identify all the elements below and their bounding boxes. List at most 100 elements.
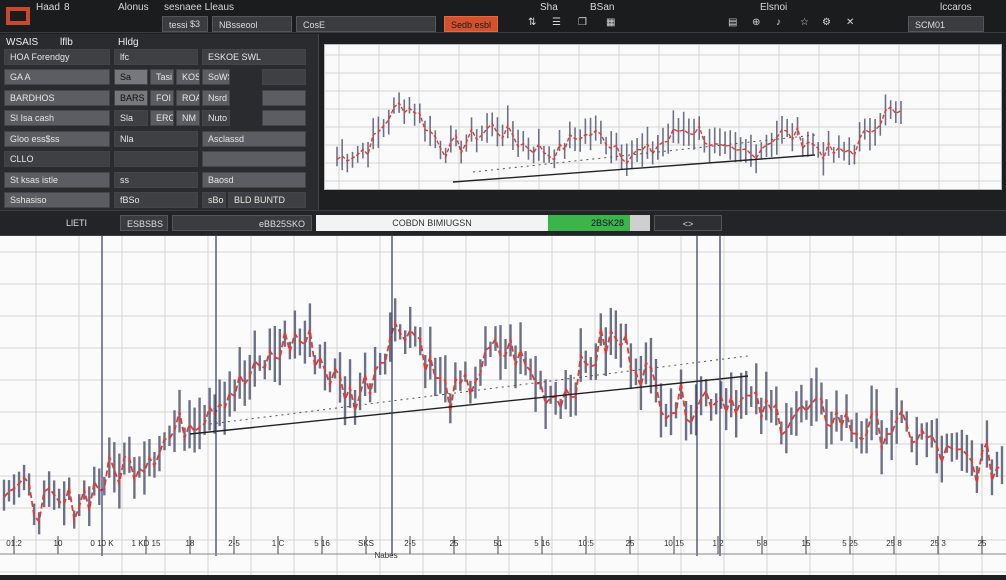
x-tick-label: 5 8 xyxy=(756,539,768,548)
status-center-field[interactable]: COBDN BIMIUGSN xyxy=(316,215,548,231)
row-label[interactable]: St ksas istle xyxy=(4,172,110,188)
x-tick-label: 10 15 xyxy=(664,539,685,548)
row-cell[interactable]: Sla xyxy=(114,110,148,126)
row-cell-extra[interactable] xyxy=(262,90,306,106)
row-label[interactable]: Sl Isa cash xyxy=(4,110,110,126)
x-tick-label: 25 xyxy=(978,539,987,548)
top-right-label-far: lccaros xyxy=(940,2,972,13)
x-tick-label: 2-5 xyxy=(228,539,240,548)
x-tick-label: 51 xyxy=(494,539,503,548)
account-button[interactable]: SCM01 xyxy=(908,16,984,32)
menu-sesnaee[interactable]: sesnaee Lleaus xyxy=(164,2,234,14)
trendline-dotted xyxy=(472,134,816,173)
row-cell[interactable]: ESKOE SWL xyxy=(202,49,306,65)
row-label[interactable]: GA A xyxy=(4,69,110,85)
x-tick-label: 5 16 xyxy=(534,539,550,548)
status-field-1[interactable]: ESBSBS xyxy=(120,215,168,231)
row-cell[interactable]: ss xyxy=(114,172,198,188)
grid-icon[interactable]: ▦ xyxy=(606,17,615,29)
row-cell[interactable] xyxy=(202,151,306,167)
row-cell[interactable]: ROA xyxy=(176,90,200,106)
x-tick-label: 5 16 xyxy=(314,539,330,548)
row-cell[interactable]: SoWSt xyxy=(202,69,230,85)
row-cell[interactable]: sBo xyxy=(202,192,226,208)
row-cell-extra[interactable] xyxy=(262,69,306,85)
x-tick-label: 10 xyxy=(54,539,63,548)
panel-header-right: Hldg xyxy=(118,37,139,48)
app-logo-icon xyxy=(6,7,30,25)
panel-header-left: WSAIS xyxy=(6,37,39,48)
row-cell[interactable]: Nuto xyxy=(202,110,230,126)
row-cell[interactable]: Nsrd xyxy=(202,90,230,106)
x-tick-label: SKS xyxy=(358,539,374,548)
x-tick-label: 18 xyxy=(186,539,195,548)
row-cell[interactable]: Sa xyxy=(114,69,148,85)
main-price-chart[interactable]: 01:2 10 0 10 K 1 KD 15 18 2-5 1 C 5 16 SKS 2-5 25 5… xyxy=(0,236,1006,575)
status-green-field[interactable]: 2BSK28 xyxy=(548,215,630,231)
list-icon[interactable]: ☰ xyxy=(552,17,561,29)
settings-icon[interactable]: ⚙ xyxy=(822,17,831,29)
tab-nbsseool[interactable]: NBsseool xyxy=(212,16,292,32)
status-bar: LlETI ESBSBS eBB25SKO COBDN BIMIUGSN 2BS… xyxy=(0,210,1006,236)
top-menu-bar: Haad 8 Alonus sesnaee Lleaus tessi $3 NB… xyxy=(0,0,1006,33)
status-dropdown-icon[interactable] xyxy=(630,215,650,231)
row-cell[interactable]: lfc xyxy=(114,49,198,65)
tab-3[interactable]: $3 xyxy=(184,16,208,32)
row-cell[interactable]: Nla xyxy=(114,131,198,147)
status-label: LlETI xyxy=(66,218,88,228)
app-title-number: 8 xyxy=(64,2,70,13)
x-tick-label: 15 xyxy=(802,539,811,548)
panel-header-mid: lflb xyxy=(60,37,73,48)
top-right-label-2: BSan xyxy=(590,2,615,13)
bell-icon[interactable]: ♪ xyxy=(776,17,781,29)
top-right-label-3: Elsnoi xyxy=(760,2,788,13)
chart-nav-arrows-icon[interactable]: <> xyxy=(654,215,722,231)
top-right-label-1: Sha xyxy=(540,2,558,13)
sort-icon[interactable]: ⇅ xyxy=(528,17,536,29)
row-label[interactable]: Gloo ess$ss xyxy=(4,131,110,147)
row-cell[interactable] xyxy=(114,151,198,167)
row-cell[interactable]: BARS xyxy=(114,90,148,106)
x-tick-label: 01:2 xyxy=(6,539,22,548)
row-cell[interactable]: fBSo xyxy=(114,192,198,208)
row-cell-extra[interactable] xyxy=(262,110,306,126)
x-tick-label: 2-5 xyxy=(404,539,416,548)
alert-tab[interactable]: Sedb esbl xyxy=(444,16,498,32)
x-tick-label: 25 xyxy=(626,539,635,548)
row-cell[interactable]: ERO xyxy=(150,110,174,126)
x-tick-label: 10:5 xyxy=(578,539,594,548)
row-label[interactable]: BARDHOS xyxy=(4,90,110,106)
overview-chart-canvas[interactable] xyxy=(325,45,1001,189)
x-tick-label: 5 25 xyxy=(842,539,858,548)
main-chart-canvas[interactable]: 01:2 10 0 10 K 1 KD 15 18 2-5 1 C 5 16 SKS 2-5 25 5… xyxy=(0,236,1006,575)
row-cell[interactable]: BLD BUNTD xyxy=(228,192,306,208)
layers-icon[interactable]: ❐ xyxy=(578,17,587,29)
close-icon[interactable]: ✕ xyxy=(846,17,854,29)
row-cell[interactable]: KOS xyxy=(176,69,200,85)
star-icon[interactable]: ☆ xyxy=(800,17,809,29)
x-tick-label: 25 xyxy=(450,539,459,548)
app-title: Haad xyxy=(36,2,60,13)
tab-cose[interactable]: CosE xyxy=(296,16,436,32)
row-label[interactable]: HOA Forendgy xyxy=(4,49,110,65)
status-field-2[interactable]: eBB25SKO xyxy=(172,215,312,231)
row-label[interactable]: Sshasiso xyxy=(4,192,110,208)
trendline-dotted xyxy=(209,355,749,425)
chart-icon[interactable]: ▤ xyxy=(728,17,737,29)
row-cell[interactable]: NM xyxy=(176,110,200,126)
row-cell[interactable]: FOI xyxy=(150,90,174,106)
trendline-drawing xyxy=(452,154,816,183)
row-label[interactable]: CLLO xyxy=(4,151,110,167)
x-tick-label: 1 KD 15 xyxy=(132,539,161,548)
x-tick-label: 25 3 xyxy=(930,539,946,548)
x-tick-label: 1 C xyxy=(272,539,285,548)
x-axis-label: Nabes xyxy=(374,551,397,560)
trendline-drawing xyxy=(189,375,749,435)
x-tick-label: 1 2 xyxy=(712,539,724,548)
row-cell[interactable]: Asclassd xyxy=(202,131,306,147)
menu-alonus[interactable]: Alonus xyxy=(118,2,149,14)
row-cell[interactable]: Tasi xyxy=(150,69,174,85)
zoom-icon[interactable]: ⊕ xyxy=(752,17,760,29)
row-cell[interactable]: Baosd xyxy=(202,172,306,188)
overview-chart[interactable] xyxy=(324,44,1002,190)
